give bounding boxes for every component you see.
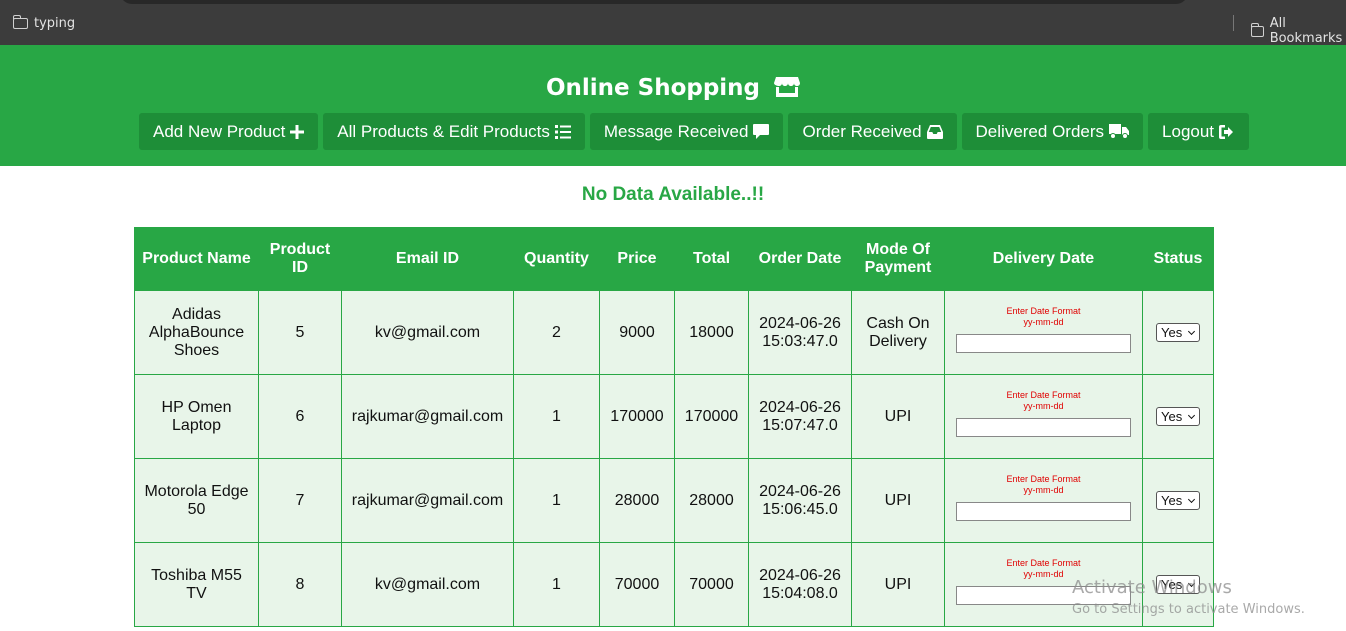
total-cell: 70000 [674, 542, 749, 627]
bookmark-label: All Bookmarks [1269, 16, 1343, 46]
store-icon [774, 76, 801, 104]
product-id-cell: 7 [258, 458, 342, 543]
status-select[interactable]: Yes [1156, 407, 1200, 426]
price-cell: 28000 [599, 458, 675, 543]
bookmark-divider [1233, 15, 1234, 31]
delivery-date-input[interactable] [956, 334, 1131, 353]
sign-out-icon [1219, 124, 1234, 139]
payment-cell: Cash On Delivery [851, 290, 945, 375]
list-icon [554, 124, 571, 139]
nav-label: Order Received [802, 122, 922, 141]
inbox-icon [926, 124, 943, 139]
column-header: Status [1142, 227, 1214, 291]
nav-label: Add New Product [153, 122, 286, 141]
bookmark-label: typing [34, 16, 76, 31]
product-name-cell: Adidas AlphaBounce Shoes [134, 290, 259, 375]
column-header: Delivery Date [944, 227, 1143, 291]
address-bar[interactable] [120, 0, 1188, 4]
nav-label: All Products & Edit Products [337, 122, 550, 141]
status-cell: Yes [1142, 290, 1214, 375]
date-format-hint: Enter Date Format yy-mm-dd [1006, 306, 1081, 327]
price-cell: 9000 [599, 290, 675, 375]
delivery-date-cell: Enter Date Format yy-mm-dd [944, 290, 1143, 375]
plus-icon [290, 124, 305, 139]
folder-icon [1250, 22, 1264, 37]
total-cell: 18000 [674, 290, 749, 375]
order-date-cell: 2024-06-26 15:03:47.0 [748, 290, 852, 375]
status-select[interactable]: Yes [1156, 323, 1200, 342]
payment-cell: UPI [851, 458, 945, 543]
site-header: Online Shopping Add New Product All Prod… [0, 45, 1346, 166]
order-date-cell: 2024-06-26 15:07:47.0 [748, 374, 852, 459]
quantity-cell: 1 [513, 374, 600, 459]
order-received-button[interactable]: Order Received [788, 113, 957, 150]
email-cell: rajkumar@gmail.com [341, 458, 514, 543]
delivery-date-input[interactable] [956, 418, 1131, 437]
price-cell: 170000 [599, 374, 675, 459]
delivery-date-cell: Enter Date Format yy-mm-dd [944, 374, 1143, 459]
table-row: Adidas AlphaBounce Shoes 5 kv@gmail.com … [134, 290, 1214, 375]
table-row: Toshiba M55 TV 8 kv@gmail.com 1 70000 70… [134, 542, 1214, 627]
delivered-orders-button[interactable]: Delivered Orders [961, 113, 1144, 150]
add-new-product-button[interactable]: Add New Product [139, 113, 319, 150]
price-cell: 70000 [599, 542, 675, 627]
bookmark-typing[interactable]: typing [12, 15, 76, 31]
message-received-button[interactable]: Message Received [589, 113, 784, 150]
page-title: Online Shopping [0, 75, 1346, 104]
status-select[interactable]: Yes [1156, 491, 1200, 510]
status-cell: Yes [1142, 374, 1214, 459]
column-header: Price [599, 227, 675, 291]
email-cell: rajkumar@gmail.com [341, 374, 514, 459]
column-header: Order Date [748, 227, 852, 291]
quantity-cell: 2 [513, 290, 600, 375]
total-cell: 28000 [674, 458, 749, 543]
product-id-cell: 6 [258, 374, 342, 459]
table-row: HP Omen Laptop 6 rajkumar@gmail.com 1 17… [134, 374, 1214, 459]
order-date-cell: 2024-06-26 15:06:45.0 [748, 458, 852, 543]
watermark-subtitle: Go to Settings to activate Windows. [1072, 602, 1305, 617]
delivery-date-cell: Enter Date Format yy-mm-dd [944, 458, 1143, 543]
date-format-hint: Enter Date Format yy-mm-dd [1006, 390, 1081, 411]
product-name-cell: Toshiba M55 TV [134, 542, 259, 627]
product-id-cell: 5 [258, 290, 342, 375]
column-header: Mode Of Payment [851, 227, 945, 291]
nav-label: Delivered Orders [975, 122, 1105, 141]
quantity-cell: 1 [513, 458, 600, 543]
column-header: Email ID [341, 227, 514, 291]
main-nav: Add New Product All Products & Edit Prod… [139, 113, 1250, 150]
orders-table: Product Name Product ID Email ID Quantit… [134, 227, 1214, 627]
total-cell: 170000 [674, 374, 749, 459]
nav-label: Message Received [603, 122, 749, 141]
payment-cell: UPI [851, 374, 945, 459]
product-name-cell: HP Omen Laptop [134, 374, 259, 459]
nav-label: Logout [1162, 122, 1215, 141]
no-data-message: No Data Available..!! [581, 184, 765, 205]
status-cell: Yes [1142, 458, 1214, 543]
folder-icon [12, 15, 28, 29]
logout-button[interactable]: Logout [1148, 113, 1250, 150]
windows-activation-watermark: Activate Windows Go to Settings to activ… [1072, 577, 1305, 617]
product-name-cell: Motorola Edge 50 [134, 458, 259, 543]
bookmark-all[interactable]: All Bookmarks [1250, 16, 1346, 46]
date-format-hint: Enter Date Format yy-mm-dd [1006, 474, 1081, 495]
order-date-cell: 2024-06-26 15:04:08.0 [748, 542, 852, 627]
watermark-title: Activate Windows [1072, 577, 1232, 598]
email-cell: kv@gmail.com [341, 542, 514, 627]
all-products-button[interactable]: All Products & Edit Products [323, 113, 585, 150]
quantity-cell: 1 [513, 542, 600, 627]
delivery-date-input[interactable] [956, 502, 1131, 521]
payment-cell: UPI [851, 542, 945, 627]
column-header: Product ID [258, 227, 342, 291]
comment-icon [753, 124, 770, 139]
email-cell: kv@gmail.com [341, 290, 514, 375]
bookmarks-bar: typing All Bookmarks [0, 0, 1346, 46]
column-header: Total [674, 227, 749, 291]
product-id-cell: 8 [258, 542, 342, 627]
table-row: Motorola Edge 50 7 rajkumar@gmail.com 1 … [134, 458, 1214, 543]
column-header: Quantity [513, 227, 600, 291]
truck-icon [1109, 124, 1130, 139]
table-header-row: Product Name Product ID Email ID Quantit… [134, 227, 1214, 291]
column-header: Product Name [134, 227, 259, 291]
page-title-text: Online Shopping [545, 75, 761, 101]
